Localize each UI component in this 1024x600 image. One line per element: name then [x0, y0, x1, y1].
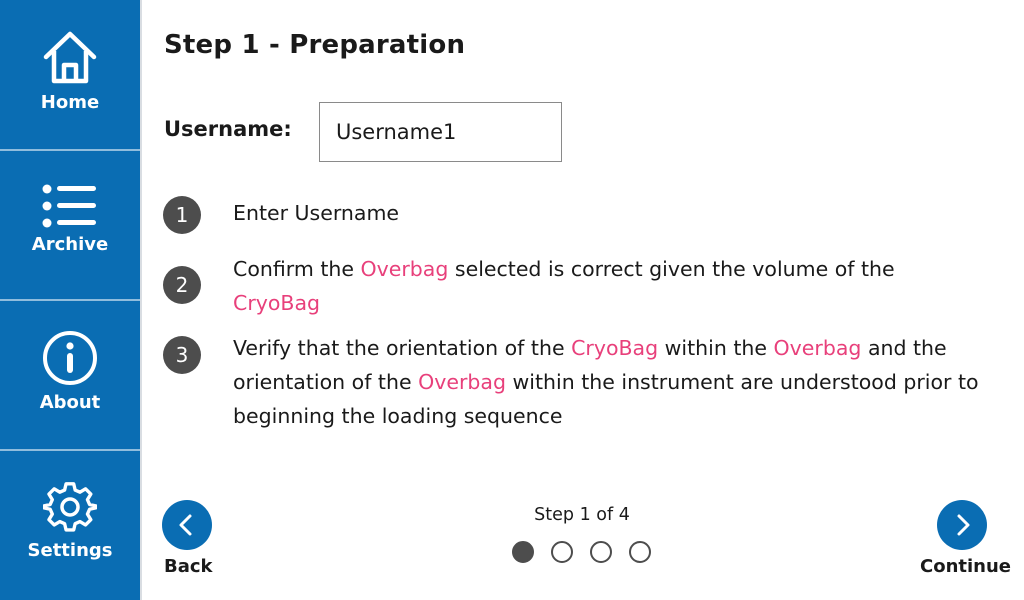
- sidebar-item-label: Settings: [27, 540, 113, 561]
- sidebar-item-label: Archive: [31, 234, 109, 255]
- continue-label[interactable]: Continue: [920, 556, 1011, 577]
- sidebar-divider: [0, 299, 140, 301]
- username-label: Username:: [164, 117, 292, 141]
- step-instruction: Enter Username: [233, 201, 400, 225]
- step-number-badge: 3: [163, 336, 201, 374]
- cryobag-term: CryoBag: [571, 336, 659, 360]
- overbag-term: Overbag: [418, 370, 506, 394]
- sidebar-item-archive[interactable]: Archive: [0, 184, 140, 255]
- sidebar-item-label: About: [39, 392, 101, 413]
- step-counter: Step 1 of 4: [534, 505, 630, 525]
- sidebar-divider: [0, 149, 140, 151]
- info-icon: [43, 331, 97, 385]
- sidebar-edge: [140, 0, 142, 600]
- overbag-term: Overbag: [773, 336, 862, 360]
- sidebar-item-label: Home: [40, 92, 100, 113]
- sidebar-item-about[interactable]: About: [0, 330, 140, 413]
- sidebar-item-home[interactable]: Home: [0, 28, 140, 113]
- step-instruction: Verify that the orientation of the CryoB…: [233, 336, 979, 428]
- gear-icon: [43, 482, 97, 532]
- home-icon: [43, 31, 97, 84]
- step-number-badge: 2: [163, 266, 201, 304]
- chevron-left-icon: [179, 514, 192, 536]
- continue-button[interactable]: [937, 500, 987, 550]
- username-input[interactable]: [319, 102, 562, 162]
- step-progress-dots: [512, 541, 668, 563]
- back-label[interactable]: Back: [164, 556, 213, 577]
- sidebar-item-settings[interactable]: Settings: [0, 480, 140, 561]
- sidebar: Home Archive About Settings: [0, 0, 140, 600]
- page-title: Step 1 - Preparation: [164, 30, 466, 60]
- step-dot-4: [629, 541, 651, 563]
- sidebar-divider: [0, 449, 140, 451]
- back-button[interactable]: [162, 500, 212, 550]
- step-dot-3: [590, 541, 612, 563]
- step-instruction: Confirm the Overbag selected is correct …: [233, 257, 895, 315]
- list-icon: [42, 184, 96, 228]
- step-dot-1: [512, 541, 534, 563]
- overbag-term: Overbag: [360, 257, 449, 281]
- step-number-badge: 1: [163, 196, 201, 234]
- cryobag-term: CryoBag: [233, 291, 321, 315]
- step-dot-2: [551, 541, 573, 563]
- chevron-right-icon: [957, 514, 970, 536]
